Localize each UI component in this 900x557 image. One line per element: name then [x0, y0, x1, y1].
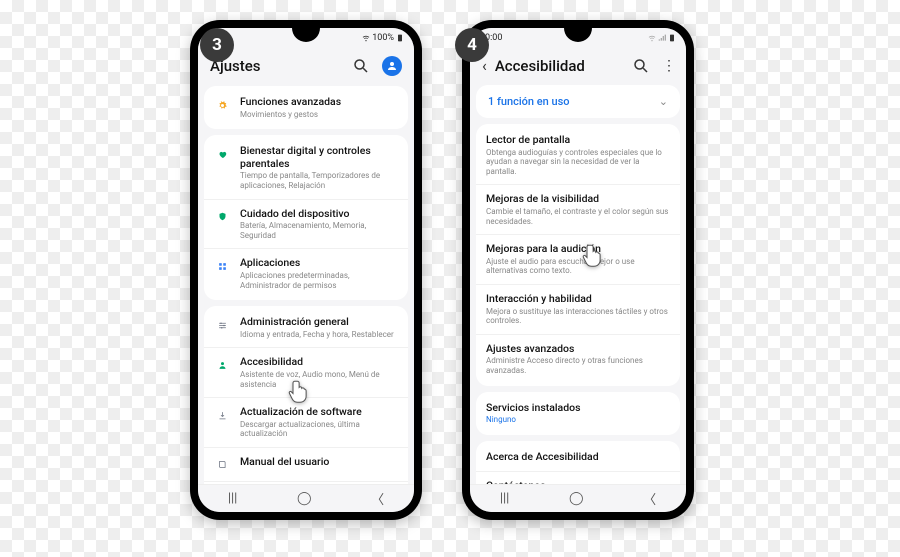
accessibility-header: ‹ Accesibilidad ⋮: [470, 48, 686, 85]
status-battery: 100%: [372, 33, 394, 43]
banner-text: 1 función en uso: [488, 95, 570, 108]
wifi-icon: [648, 34, 656, 42]
nav-back[interactable]: 〈: [371, 489, 384, 508]
row-subtitle: Descargar actualizaciones, última actual…: [240, 420, 398, 439]
book-icon: [214, 457, 230, 473]
row-title: Funciones avanzadas: [240, 96, 398, 109]
row-subtitle: Movimientos y gestos: [240, 110, 398, 120]
back-button[interactable]: ‹: [482, 56, 487, 75]
a11y-row-acerca-de-accesibilidad[interactable]: Acerca de Accesibilidad: [476, 443, 680, 472]
phone-frame-2: 10:00 ‹ Accesibilidad ⋮: [462, 20, 694, 520]
row-subtitle: Obtenga audioguías y controles especiale…: [486, 148, 670, 177]
a11y-row-ajustes-avanzados[interactable]: Ajustes avanzadosAdministre Acceso direc…: [476, 334, 680, 384]
row-title: Servicios instalados: [486, 402, 670, 415]
row-subtitle: Tiempo de pantalla, Temporizadores de ap…: [240, 171, 398, 190]
row-title: Aplicaciones: [240, 257, 398, 270]
more-button[interactable]: ⋮: [662, 58, 674, 74]
row-title: Bienestar digital y controles parentales: [240, 145, 398, 170]
a11y-row-lector-de-pantalla[interactable]: Lector de pantallaObtenga audioguías y c…: [476, 126, 680, 184]
row-subtitle: Asistente de voz, Audio mono, Menú de as…: [240, 370, 398, 389]
chevron-down-icon: ⌄: [659, 95, 668, 108]
settings-row-actualizaci-n-de-softwar[interactable]: Actualización de softwareDescargar actua…: [204, 397, 408, 447]
step-badge-4: 4: [455, 28, 489, 62]
settings-list[interactable]: Funciones avanzadasMovimientos y gestos B…: [198, 86, 414, 484]
nav-recents[interactable]: |||: [500, 491, 510, 506]
settings-row-funciones-avanzadas[interactable]: Funciones avanzadasMovimientos y gestos: [204, 88, 408, 127]
settings-group: Funciones avanzadasMovimientos y gestos: [204, 86, 408, 129]
settings-row-administraci-n-general[interactable]: Administración generalIdioma y entrada, …: [204, 308, 408, 347]
account-avatar[interactable]: [382, 56, 402, 76]
battery-icon: [396, 34, 404, 42]
search-icon: [352, 57, 370, 75]
person-icon: [214, 357, 230, 373]
row-subtitle: Cambie el tamaño, el contraste y el colo…: [486, 207, 670, 226]
row-subtitle: Aplicaciones predeterminadas, Administra…: [240, 271, 398, 290]
row-title: Mejoras para la audición: [486, 243, 670, 256]
settings-row-manual-del-usuario[interactable]: Manual del usuario: [204, 447, 408, 481]
nav-recents[interactable]: |||: [228, 491, 238, 506]
row-title: Lector de pantalla: [486, 134, 670, 147]
settings-row-cuidado-del-dispositivo[interactable]: Cuidado del dispositivoBatería, Almacena…: [204, 199, 408, 249]
a11y-row-interacci-n-y-habilidad[interactable]: Interacción y habilidadMejora o sustituy…: [476, 284, 680, 334]
row-title: Administración general: [240, 316, 398, 329]
nav-back[interactable]: 〈: [643, 489, 656, 508]
row-subtitle: Ajuste el audio para escuchar mejor o us…: [486, 257, 670, 276]
signal-icon: [658, 34, 666, 42]
gear-icon: [214, 97, 230, 113]
a11y-group: Acerca de Accesibilidad Contáctenos: [476, 441, 680, 484]
row-subtitle: Batería, Almacenamiento, Memoria, Seguri…: [240, 221, 398, 240]
page-title: Accesibilidad: [495, 57, 585, 75]
search-button[interactable]: [352, 57, 370, 75]
settings-row-accesibilidad[interactable]: AccesibilidadAsistente de voz, Audio mon…: [204, 347, 408, 397]
nav-home[interactable]: ◯: [297, 491, 312, 506]
settings-row-bienestar-digital-y-cont[interactable]: Bienestar digital y controles parentales…: [204, 137, 408, 198]
a11y-row-servicios-instalados[interactable]: Servicios instaladosNinguno: [476, 394, 680, 433]
row-title: Acerca de Accesibilidad: [486, 451, 670, 464]
wifi-icon: [362, 34, 370, 42]
row-title: Cuidado del dispositivo: [240, 208, 398, 221]
row-title: Interacción y habilidad: [486, 293, 670, 306]
row-title: Actualización de software: [240, 406, 398, 419]
row-subtitle: Idioma y entrada, Fecha y hora, Restable…: [240, 330, 398, 340]
step-badge-3: 3: [200, 28, 234, 62]
row-title: Manual del usuario: [240, 456, 398, 469]
row-subtitle: Mejora o sustituye las interacciones tác…: [486, 307, 670, 326]
settings-row-acerca-del-tel-fono[interactable]: Acerca del teléfonoEstado, Información l…: [204, 481, 408, 484]
sliders-icon: [214, 317, 230, 333]
row-title: Accesibilidad: [240, 356, 398, 369]
nav-home[interactable]: ◯: [569, 491, 584, 506]
heart-icon: [214, 146, 230, 162]
row-subtitle: Ninguno: [486, 415, 670, 425]
settings-row-aplicaciones[interactable]: AplicacionesAplicaciones predeterminadas…: [204, 248, 408, 298]
row-title: Ajustes avanzados: [486, 343, 670, 356]
phone-frame-1: 10:00 100% Ajustes Funcione: [190, 20, 422, 520]
row-subtitle: Administre Acceso directo y otras funcio…: [486, 356, 670, 375]
person-icon: [386, 60, 398, 72]
search-button[interactable]: [632, 57, 650, 75]
a11y-group: Servicios instaladosNinguno: [476, 392, 680, 435]
settings-group: Administración generalIdioma y entrada, …: [204, 306, 408, 484]
a11y-row-cont-ctenos[interactable]: Contáctenos: [476, 471, 680, 484]
android-navbar: ||| ◯ 〈: [198, 484, 414, 512]
android-navbar: ||| ◯ 〈: [470, 484, 686, 512]
row-title: Mejoras de la visibilidad: [486, 193, 670, 206]
a11y-group: Lector de pantallaObtenga audioguías y c…: [476, 124, 680, 386]
download-icon: [214, 407, 230, 423]
grid-icon: [214, 258, 230, 274]
shield-icon: [214, 209, 230, 225]
a11y-row-mejoras-de-la-visibilida[interactable]: Mejoras de la visibilidadCambie el tamañ…: [476, 184, 680, 234]
functions-in-use-banner[interactable]: 1 función en uso ⌄: [476, 85, 680, 118]
search-icon: [632, 57, 650, 75]
a11y-row-mejoras-para-la-audici-n[interactable]: Mejoras para la audiciónAjuste el audio …: [476, 234, 680, 284]
settings-group: Bienestar digital y controles parentales…: [204, 135, 408, 300]
accessibility-list[interactable]: 1 función en uso ⌄ Lector de pantallaObt…: [470, 85, 686, 484]
row-title: Contáctenos: [486, 480, 670, 484]
battery-icon: [668, 34, 676, 42]
